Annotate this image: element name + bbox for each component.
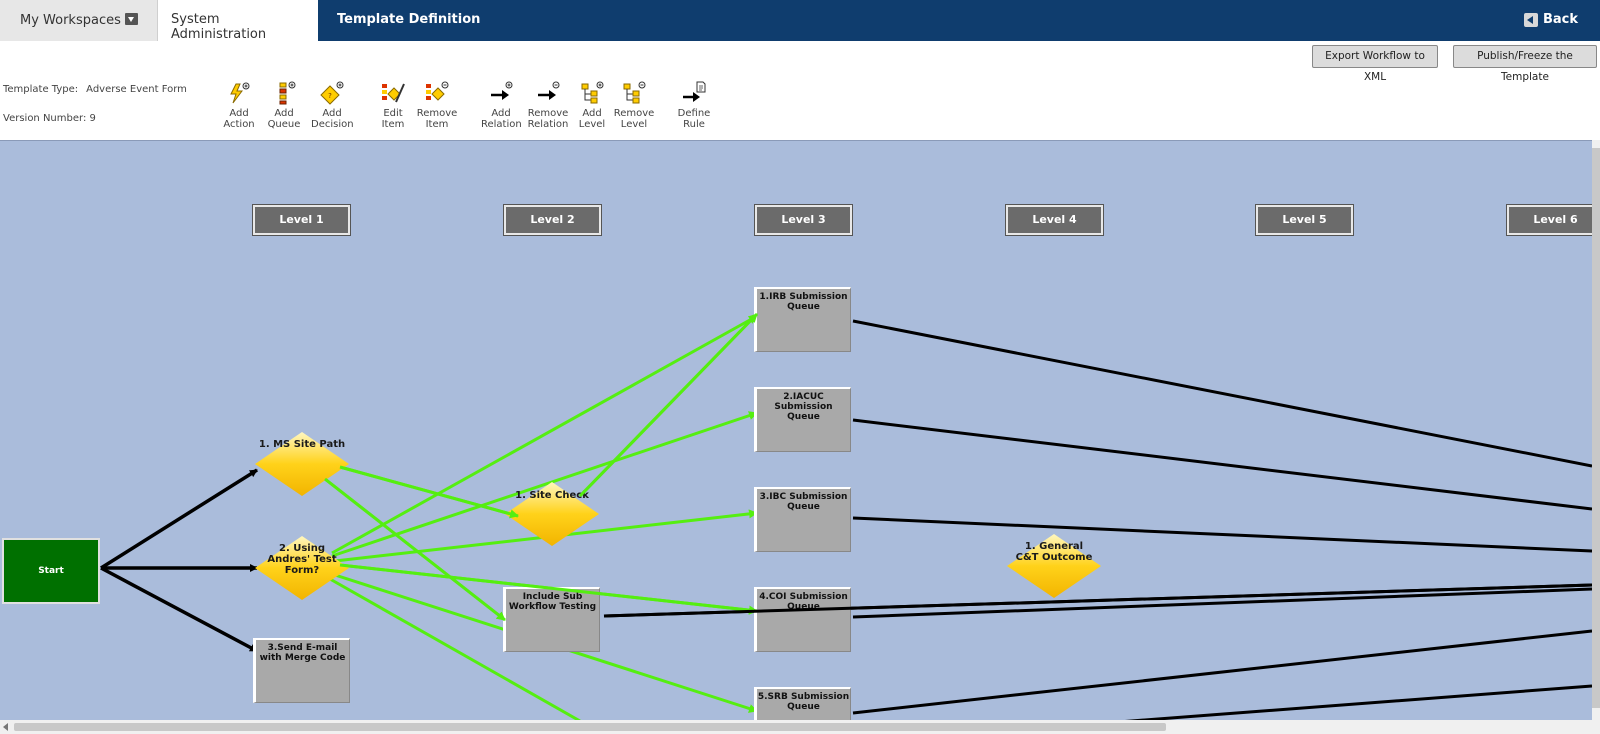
add-queue-icon — [279, 81, 296, 105]
relation-line — [852, 319, 1592, 468]
template-type-info: Template Type: Adverse Event Form — [3, 84, 187, 95]
tab-system-administration-label: System Administration — [171, 12, 267, 42]
tool-label-2: Level — [620, 119, 648, 130]
relation-arrow — [578, 312, 759, 498]
back-label: Back — [1543, 12, 1579, 27]
decision-label: 1. Site Check — [515, 490, 589, 501]
queue-ibc-submission[interactable]: 3.IBC Submission Queue — [754, 487, 851, 552]
relation-line — [852, 587, 1592, 619]
remove-item-icon — [426, 81, 449, 101]
version-label: Version Number: — [3, 113, 87, 124]
scroll-left-icon[interactable] — [3, 723, 8, 731]
level-header-4[interactable]: Level 4 — [1006, 205, 1103, 235]
decision-label: 1. MS Site Path — [258, 439, 346, 450]
tool-label-1: Define — [677, 108, 711, 119]
tool-label-2: Item — [381, 119, 405, 130]
tool-label-2: Action — [223, 119, 255, 130]
remove-relation-icon — [538, 81, 560, 100]
remove-level-icon — [623, 81, 646, 104]
decision-site-check[interactable]: 1. Site Check — [503, 481, 601, 547]
tool-label-2: Relation — [527, 119, 569, 130]
relation-line — [852, 418, 1592, 511]
add-action-icon — [230, 82, 250, 104]
vertical-scrollbar[interactable] — [1592, 140, 1600, 720]
version-info: Version Number: 9 — [3, 113, 96, 124]
template-type-value: Adverse Event Form — [86, 84, 187, 95]
queue-srb-submission[interactable]: 5.SRB Submission Queue — [754, 687, 851, 720]
queue-iacuc-submission[interactable]: 2.IACUC Submission Queue — [754, 387, 851, 452]
version-value: 9 — [89, 113, 96, 124]
add-decision-tool[interactable]: ? Add Decision — [311, 80, 354, 130]
back-arrow-icon — [1524, 13, 1538, 27]
tool-label-1: Remove — [613, 108, 655, 119]
tool-label-1: Remove — [527, 108, 569, 119]
remove-level-tool[interactable]: Remove Level — [613, 80, 655, 130]
tool-label-1: Add — [491, 108, 511, 119]
template-type-label: Template Type: — [3, 84, 79, 95]
top-navigation: My Workspaces System Administration Temp… — [0, 0, 1600, 42]
tab-system-administration[interactable]: System Administration — [158, 0, 318, 42]
tool-label-2: Level — [578, 119, 606, 130]
action-send-email[interactable]: 3.Send E-mail with Merge Code — [253, 638, 350, 703]
remove-item-tool[interactable]: Remove Item — [416, 80, 458, 130]
tab-template-definition[interactable]: Template Definition — [337, 12, 480, 27]
queue-irb-submission[interactable]: 1.IRB Submission Queue — [754, 287, 851, 352]
level-header-3[interactable]: Level 3 — [755, 205, 852, 235]
tool-label-1: Edit — [383, 108, 403, 119]
add-level-icon — [581, 81, 604, 104]
tool-label-2: Queue — [267, 119, 301, 130]
tab-my-workspaces-label: My Workspaces — [20, 13, 121, 28]
tool-label-1: Remove — [416, 108, 458, 119]
horizontal-scrollbar[interactable] — [0, 720, 1600, 734]
level-header-2[interactable]: Level 2 — [504, 205, 601, 235]
tool-label-1: Add — [322, 108, 342, 119]
start-node[interactable]: Start — [2, 538, 100, 604]
export-workflow-button[interactable]: Export Workflow to XML — [1312, 45, 1438, 83]
tool-label-1: Add — [229, 108, 249, 119]
relation-arrow — [100, 566, 258, 653]
horizontal-scroll-thumb[interactable] — [14, 723, 1166, 731]
add-decision-icon: ? — [320, 81, 344, 105]
relation-arrow — [339, 465, 519, 519]
decision-label: 1. General C&T Outcome — [1015, 541, 1093, 563]
vertical-scroll-thumb[interactable] — [1592, 148, 1600, 708]
tool-label-1: Add — [582, 108, 602, 119]
add-level-tool[interactable]: Add Level — [577, 80, 607, 130]
level-header-6[interactable]: Level 6 — [1507, 205, 1592, 235]
tool-label-2: Relation — [481, 119, 522, 130]
action-include-sub-workflow[interactable]: Include Sub Workflow Testing — [503, 587, 600, 652]
relation-line — [852, 516, 1592, 553]
edit-item-icon — [382, 83, 405, 103]
define-rule-tool[interactable]: Define Rule — [676, 80, 712, 130]
queue-coi-submission[interactable]: 4.COI Submission Queue — [754, 587, 851, 652]
define-rule-icon — [683, 81, 706, 102]
add-action-tool[interactable]: Add Action — [222, 80, 256, 130]
relation-arrow — [100, 468, 258, 570]
level-header-1[interactable]: Level 1 — [253, 205, 350, 235]
decision-using-andres-test-form[interactable]: 2. Using Andres' Test Form? — [253, 535, 351, 601]
tab-my-workspaces[interactable]: My Workspaces — [0, 0, 158, 41]
publish-freeze-button[interactable]: Publish/Freeze the Template — [1453, 45, 1597, 83]
decision-label: 2. Using Andres' Test Form? — [267, 543, 337, 576]
level-header-5[interactable]: Level 5 — [1256, 205, 1353, 235]
relation-line — [852, 629, 1592, 715]
edit-item-tool[interactable]: Edit Item — [376, 80, 410, 130]
chevron-down-icon[interactable] — [125, 13, 138, 25]
add-relation-tool[interactable]: Add Relation — [481, 80, 522, 130]
remove-relation-tool[interactable]: Remove Relation — [527, 80, 569, 130]
tool-label-2: Item — [425, 119, 449, 130]
add-queue-tool[interactable]: Add Queue — [267, 80, 301, 130]
decision-general-ct-outcome[interactable]: 1. General C&T Outcome — [1005, 533, 1103, 599]
svg-text:?: ? — [328, 92, 332, 100]
tool-label-2: Rule — [683, 119, 705, 130]
decision-ms-site-path[interactable]: 1. MS Site Path — [253, 431, 351, 497]
tool-label-2: Decision — [311, 119, 354, 130]
workflow-canvas[interactable]: Level 1 Level 2 Level 3 Level 4 Level 5 … — [0, 140, 1592, 720]
tool-label-1: Add — [274, 108, 294, 119]
relation-line — [1124, 684, 1592, 720]
add-relation-icon — [491, 81, 513, 100]
